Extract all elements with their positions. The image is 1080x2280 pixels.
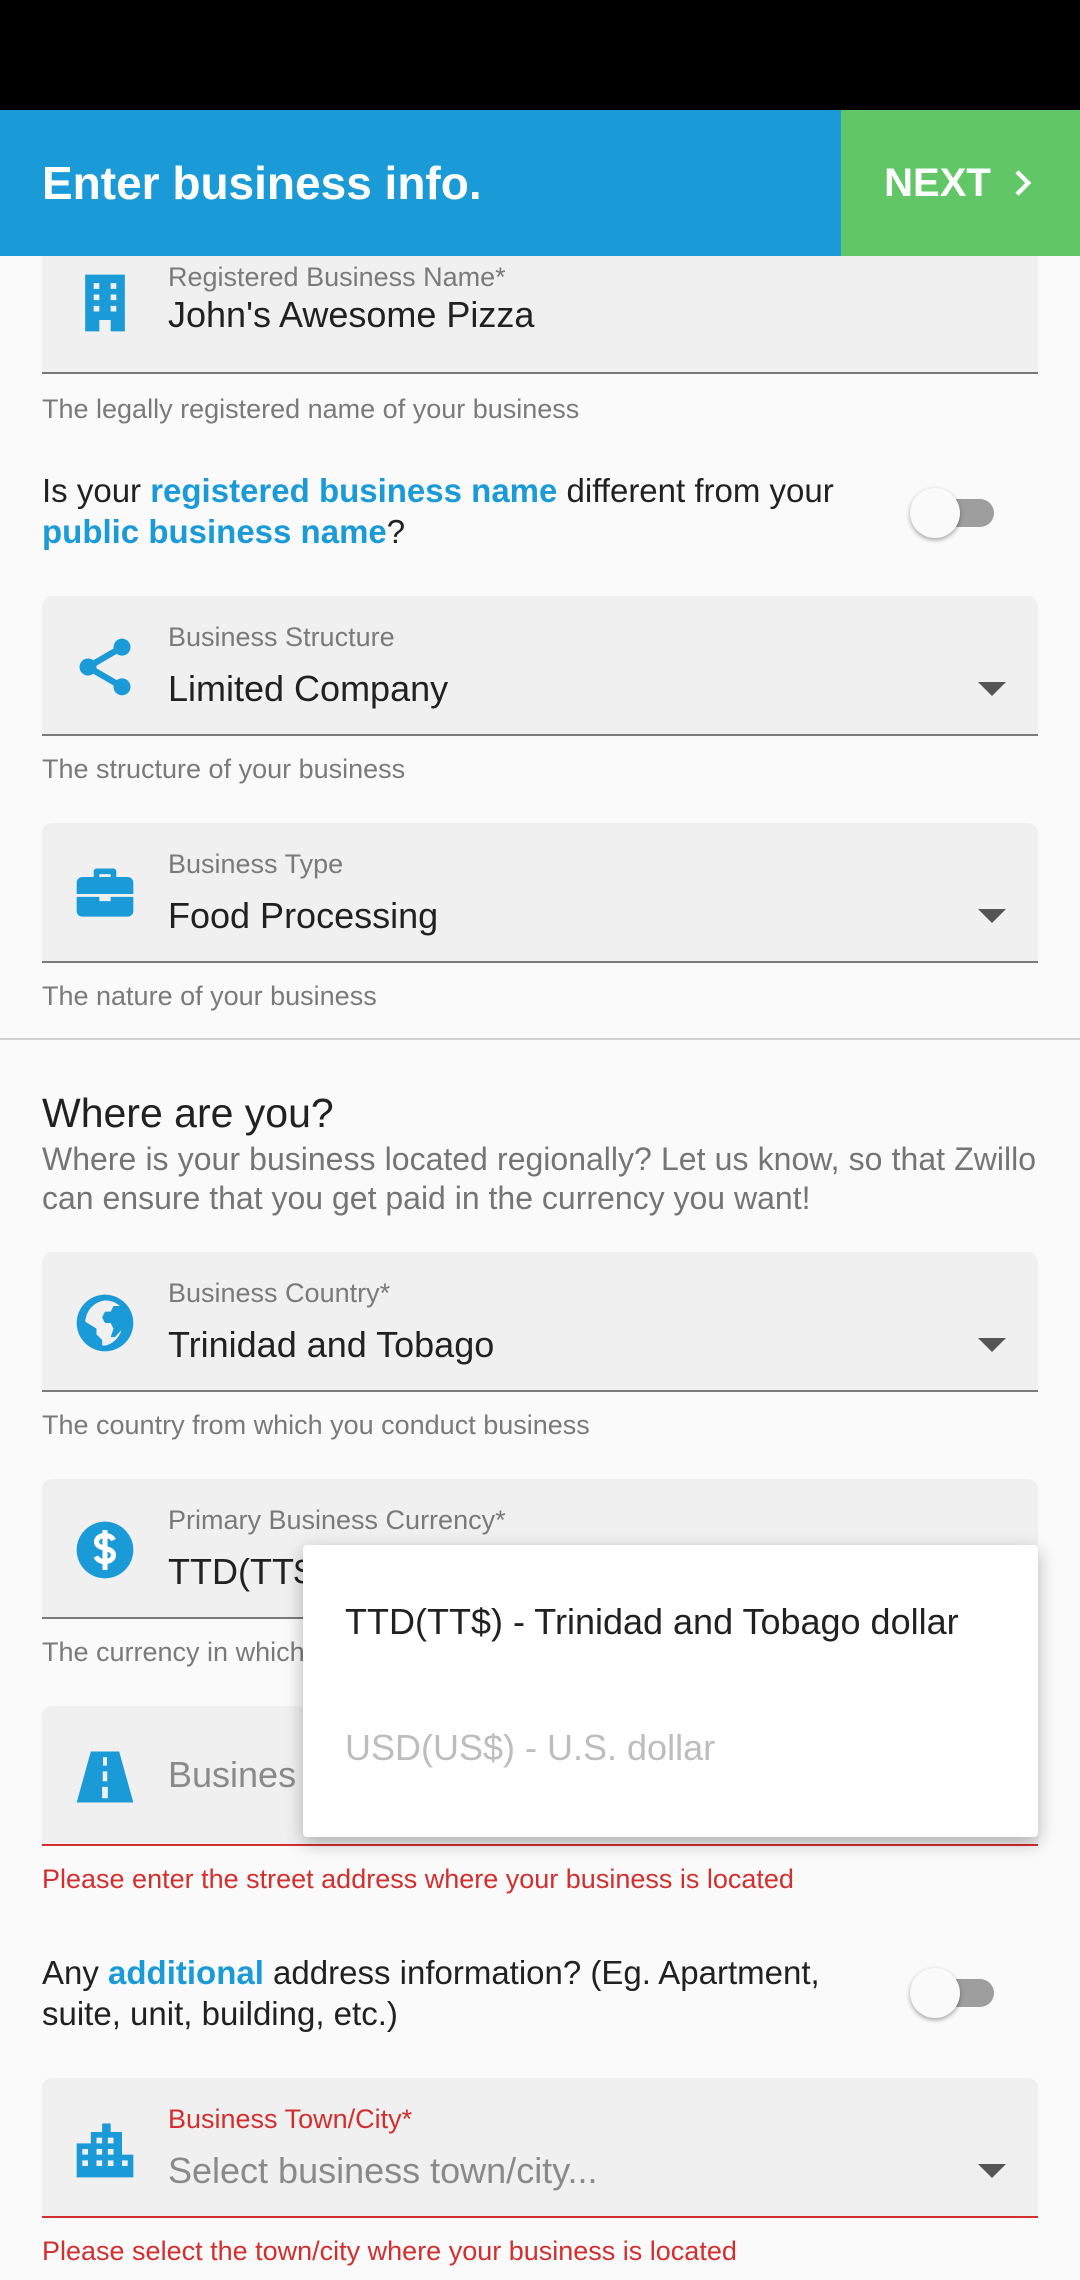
currency-option-ttd[interactable]: TTD(TT$) - Trinidad and Tobago dollar (345, 1601, 959, 1643)
status-bar (0, 0, 1080, 110)
next-button[interactable]: NEXT (841, 110, 1080, 256)
chevron-down-icon (978, 2164, 1006, 2178)
page-title: Enter business info. (42, 157, 482, 209)
section-divider (0, 1038, 1080, 1040)
business-city-error: Please select the town/city where your b… (42, 2236, 737, 2266)
business-currency-label: Primary Business Currency* (168, 1505, 506, 1535)
business-name-field[interactable]: Registered Business Name* John's Awesome… (42, 256, 1038, 374)
business-currency-helper: The currency in which (42, 1637, 305, 1667)
share-icon (70, 632, 140, 702)
chevron-right-icon (1015, 170, 1032, 196)
public-name-question: Is your registered business name differe… (42, 472, 834, 550)
location-section-title: Where are you? (42, 1090, 334, 1136)
business-city-value: Select business town/city... (168, 2150, 598, 2191)
next-button-label: NEXT (884, 160, 991, 205)
public-name-toggle[interactable] (910, 482, 1002, 542)
business-city-label: Business Town/City* (168, 2104, 413, 2134)
business-city-dropdown[interactable]: Business Town/City* Select business town… (42, 2078, 1038, 2218)
additional-address-toggle[interactable] (910, 1962, 1002, 2022)
business-structure-dropdown[interactable]: Business Structure Limited Company (42, 596, 1038, 736)
building-icon (70, 268, 140, 338)
business-structure-helper: The structure of your business (42, 754, 406, 784)
business-address-input[interactable]: Busines (168, 1754, 296, 1796)
location-section-description: Where is your business located regionall… (42, 1141, 1036, 1216)
business-structure-label: Business Structure (168, 622, 395, 652)
business-country-value: Trinidad and Tobago (168, 1324, 495, 1365)
business-type-label: Business Type (168, 849, 344, 879)
chevron-down-icon (978, 909, 1006, 923)
app-bar: Enter business info. NEXT (0, 110, 1080, 256)
business-type-value: Food Processing (168, 895, 439, 936)
additional-info-link[interactable]: additional (108, 1954, 264, 1991)
business-name-helper: The legally registered name of your busi… (42, 394, 580, 424)
business-type-dropdown[interactable]: Business Type Food Processing (42, 823, 1038, 963)
currency-option-usd[interactable]: USD(US$) - U.S. dollar (345, 1727, 715, 1769)
additional-address-question: Any additional address information? (Eg.… (42, 1954, 820, 2032)
registered-name-link[interactable]: registered business name (150, 472, 557, 509)
city-icon (70, 2114, 140, 2184)
business-currency-value: TTD(TT$ (168, 1551, 314, 1592)
business-name-input[interactable]: John's Awesome Pizza (168, 294, 534, 336)
briefcase-icon (70, 859, 140, 929)
business-country-label: Business Country* (168, 1278, 391, 1308)
chevron-down-icon (978, 1338, 1006, 1352)
public-name-link[interactable]: public business name (42, 513, 387, 550)
business-country-dropdown[interactable]: Business Country* Trinidad and Tobago (42, 1252, 1038, 1392)
business-country-helper: The country from which you conduct busin… (42, 1410, 590, 1440)
currency-dropdown-menu: TTD(TT$) - Trinidad and Tobago dollar US… (303, 1545, 1038, 1837)
business-address-error: Please enter the street address where yo… (42, 1864, 794, 1894)
business-type-helper: The nature of your business (42, 981, 377, 1011)
globe-icon (70, 1288, 140, 1358)
road-icon (70, 1742, 140, 1812)
business-name-label: Registered Business Name* (168, 262, 506, 292)
business-structure-value: Limited Company (168, 668, 449, 709)
form-content[interactable]: Registered Business Name* John's Awesome… (0, 256, 1080, 2280)
dollar-icon (70, 1515, 140, 1585)
chevron-down-icon (978, 682, 1006, 696)
